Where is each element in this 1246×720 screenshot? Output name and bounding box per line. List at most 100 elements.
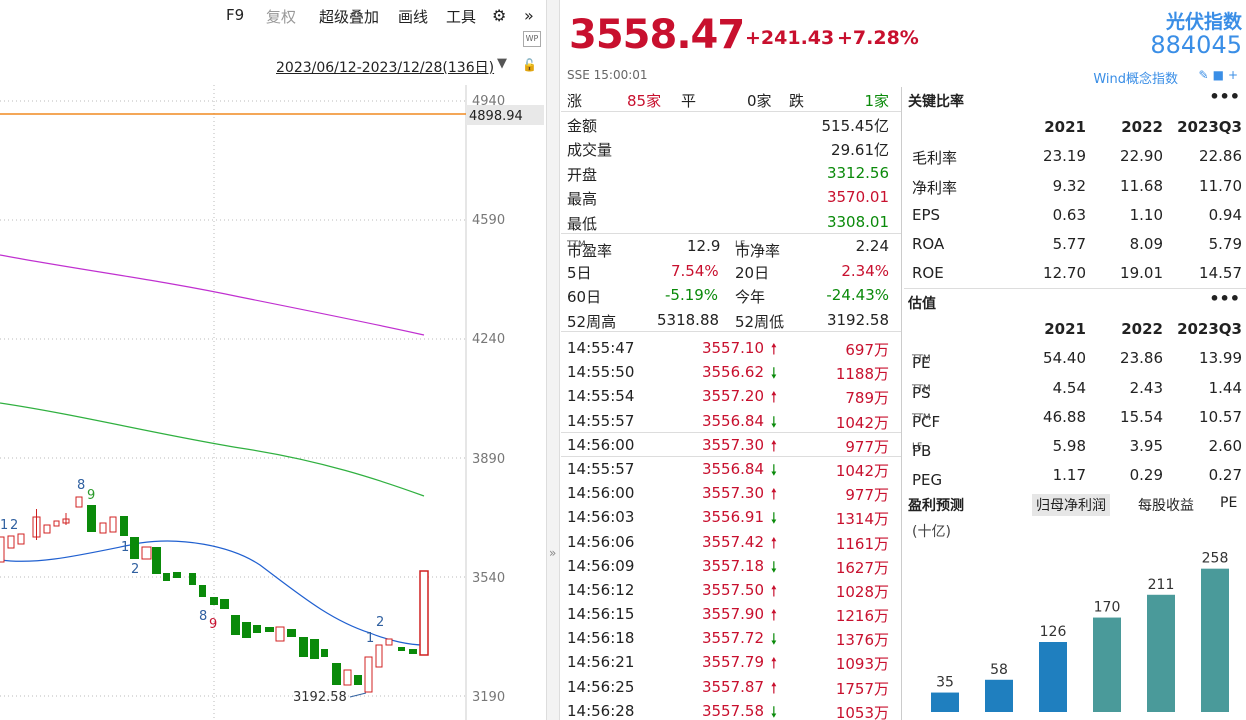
tick-time: 14:55:50	[567, 363, 635, 382]
lock-icon[interactable]: 🔓	[522, 58, 537, 72]
ratio-value: 22.86	[1199, 147, 1242, 166]
valuation-row: PS TTM 4.54 2.43 1.44	[912, 378, 1242, 402]
tick-time: 14:56:15	[567, 605, 635, 624]
overlay-button[interactable]: 超级叠加	[319, 6, 379, 27]
annotation-label: 1	[0, 518, 8, 533]
tick-price: 3557.90	[701, 605, 764, 624]
quote-panel: 3558.47 +241.43 +7.28% SSE 15:00:01 光伏指数…	[561, 0, 1246, 720]
tick-row: 14:56:00 3557.30 🠕 977万	[561, 481, 901, 505]
valuation-value: 3.95	[1129, 437, 1163, 456]
last-price: 3558.47	[569, 12, 745, 58]
tick-time: 14:56:12	[567, 580, 635, 599]
ytd-label: 今年	[735, 288, 766, 306]
tick-volume: 1042万	[835, 461, 889, 480]
date-range-selector[interactable]: 2023/06/12-2023/12/28(136日)	[276, 57, 494, 77]
tick-volume: 1376万	[835, 631, 889, 650]
w52h-label: 52周高	[567, 312, 617, 331]
tick-time: 14:55:47	[567, 339, 635, 357]
tab-net-profit[interactable]: 归母净利润	[1032, 494, 1110, 516]
tick-price: 3557.87	[701, 677, 764, 696]
kline-panel[interactable]: F9 复权 超级叠加 画线 工具 ⚙ » WP 2023/06/12-2023/…	[0, 0, 546, 720]
candle	[354, 675, 362, 685]
year-header: 2022	[1121, 320, 1163, 338]
bell-icon[interactable]: ■	[1213, 68, 1228, 82]
more-icon[interactable]: •••	[1209, 289, 1240, 308]
valuation-heading: 估值	[908, 296, 936, 312]
tick-row: 14:55:54 3557.20 🠕 789万	[561, 384, 901, 408]
tab-pe[interactable]: PE	[1216, 494, 1241, 512]
forecast-heading: 盈利预测	[908, 498, 964, 514]
candle	[173, 572, 181, 578]
annotation-label: 9	[209, 617, 217, 632]
edit-icon[interactable]: ✎	[1199, 68, 1213, 82]
valuation-value: 0.27	[1208, 466, 1242, 485]
down-arrow-icon: 🠗	[770, 702, 777, 720]
pb-value: 2.24	[855, 237, 889, 255]
tick-volume: 977万	[845, 486, 889, 505]
forecast-bar	[1039, 642, 1067, 712]
add-icon[interactable]: +	[1228, 68, 1242, 82]
price-tick: 3890	[472, 452, 505, 467]
ratio-value: 11.68	[1120, 176, 1163, 195]
wp-icon[interactable]: WP	[523, 31, 541, 47]
f9-button[interactable]: F9	[226, 6, 244, 24]
candle	[189, 573, 196, 585]
w52l-value: 3192.58	[826, 310, 889, 329]
ratio-value: 14.57	[1199, 264, 1242, 283]
tick-list[interactable]: 14:55:47 3557.10 🠕 697万 14:55:50 3556.62 🠗 118…	[561, 336, 901, 720]
panel-divider[interactable]	[546, 0, 560, 720]
collapse-chevron-icon[interactable]: »	[524, 6, 534, 25]
forecast-bar	[1201, 568, 1229, 712]
tick-volume: 1314万	[835, 510, 889, 529]
valuation-title: 估值 •••	[904, 289, 1246, 315]
year-header: 2021	[1044, 118, 1086, 136]
tick-row: 14:56:15 3557.90 🠕 1216万	[561, 602, 901, 626]
candle	[409, 649, 417, 654]
forecast-bar	[1093, 617, 1121, 712]
concept-tag-link[interactable]: Wind概念指数	[1093, 68, 1178, 87]
quote-row: 最高 3570.01	[561, 185, 901, 210]
quote-row: 金额 515.45亿	[561, 112, 901, 137]
more-icon[interactable]: •••	[1209, 87, 1240, 106]
tools-button[interactable]: 工具	[446, 6, 476, 27]
valuation-header-row: 2021 2022 2023Q3	[904, 315, 1246, 344]
ratio-value: 11.70	[1199, 176, 1242, 195]
forecast-unit: (十亿)	[912, 524, 951, 540]
fuquan-button[interactable]: 复权	[266, 6, 296, 27]
tick-time: 14:56:09	[567, 556, 635, 575]
tick-price: 3557.10	[701, 339, 764, 357]
d20-label: 20日	[735, 263, 770, 282]
w52h-value: 5318.88	[657, 310, 720, 329]
year-header: 2023Q3	[1177, 118, 1242, 136]
candle	[419, 570, 429, 656]
quote-value: 3312.56	[826, 163, 889, 182]
tab-eps[interactable]: 每股收益	[1134, 494, 1198, 516]
tick-price: 3557.30	[701, 435, 764, 454]
quote-value: 3570.01	[826, 188, 889, 206]
d60-value: -5.19%	[665, 286, 719, 304]
quote-value: 515.45亿	[821, 116, 890, 135]
expand-chevron-icon[interactable]: »	[549, 546, 556, 560]
forecast-bar-label: 170	[1094, 600, 1121, 616]
draw-line-button[interactable]: 画线	[398, 6, 428, 27]
ratio-label: EPS	[912, 205, 941, 224]
tick-volume: 1627万	[835, 558, 889, 577]
tick-volume: 1216万	[835, 607, 889, 626]
tick-time: 14:55:54	[567, 387, 635, 406]
valuation-value: 15.54	[1120, 407, 1163, 426]
valuation-row: PEG 1.17 0.29 0.27	[912, 466, 1242, 490]
candle	[375, 644, 383, 668]
ma-purple-line	[0, 254, 425, 336]
header-actions: ✎■+	[1199, 68, 1242, 82]
ratio-label: 净利率	[912, 178, 958, 197]
dropdown-triangle-icon[interactable]: ▼	[497, 56, 507, 71]
forecast-bar-label: 58	[990, 662, 1008, 678]
tick-price: 3557.18	[701, 556, 764, 575]
kline-chart[interactable]: 4940 4590 4240 3890 3540 3190 4898.94 8 …	[0, 85, 546, 720]
tick-row: 14:56:03 3556.91 🠗 1314万	[561, 505, 901, 529]
candle	[332, 663, 341, 685]
candle	[75, 496, 83, 508]
d5-value: 7.54%	[671, 261, 719, 280]
settings-icon[interactable]: ⚙	[492, 6, 506, 25]
tick-volume: 789万	[845, 389, 889, 408]
